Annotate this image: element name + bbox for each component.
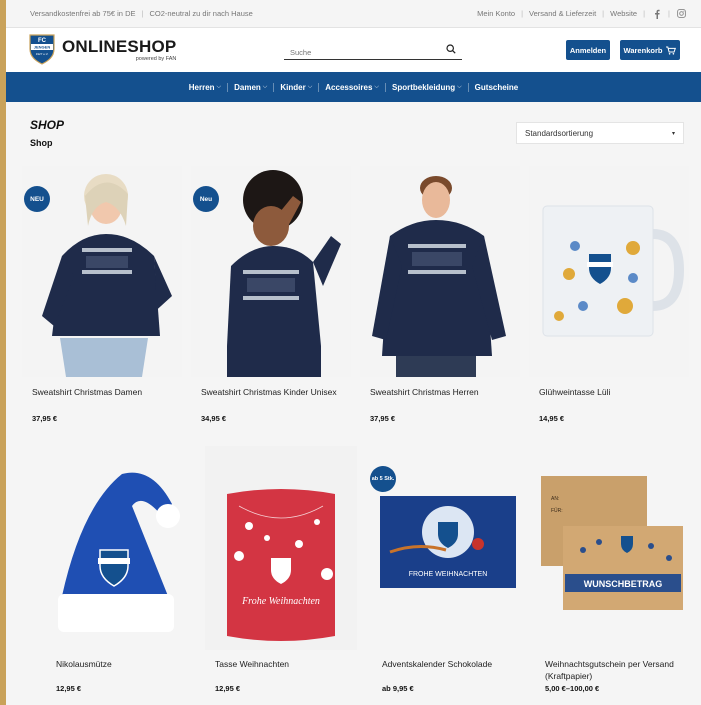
- product-card[interactable]: Glühweintasse Lüli 14,95 €: [529, 166, 689, 426]
- logo-subtitle: powered by FAN: [135, 55, 177, 62]
- nav-item-herren[interactable]: Herren ⌵: [183, 82, 229, 92]
- cart-button[interactable]: Warenkorb: [620, 40, 680, 60]
- product-name[interactable]: Sweatshirt Christmas Damen: [32, 386, 182, 398]
- product-image[interactable]: AN: FÜR: WUNSCHBETRAG: [531, 446, 689, 650]
- nav-item-accessoires[interactable]: Accessoires ⌵: [319, 82, 386, 92]
- product-image[interactable]: [529, 166, 689, 377]
- website-link[interactable]: Website: [610, 9, 637, 18]
- product-price: 12,95 €: [56, 684, 82, 693]
- chevron-down-icon: ⌵: [374, 83, 379, 90]
- product-image[interactable]: [360, 166, 520, 377]
- product-price: 12,95 €: [215, 684, 241, 693]
- nav-label: Sportbekleidung: [391, 82, 456, 92]
- chevron-down-icon: ⌵: [262, 83, 268, 90]
- product-card[interactable]: NEU Sweatshirt Christmas Damen 37,95 €: [22, 166, 182, 426]
- login-button[interactable]: Anmelden: [566, 40, 610, 60]
- product-name[interactable]: Tasse Weihnachten: [215, 658, 355, 670]
- nav-label: Kinder: [280, 82, 306, 92]
- page-title: SHOP: [30, 118, 65, 132]
- voucher-for-label: FÜR:: [551, 507, 563, 514]
- nav-item-kinder[interactable]: Kinder ⌵: [274, 82, 320, 92]
- cart-icon: [666, 46, 677, 55]
- product-card[interactable]: FROHE WEIHNACHTEN ab 5 Stk. Adventskalen…: [368, 446, 520, 701]
- calendar-print-text: FROHE WEIHNACHTEN: [409, 571, 488, 578]
- product-card[interactable]: Neu Sweatshirt Christmas Kinder Unisex 3…: [191, 166, 351, 426]
- nav-item-damen[interactable]: Damen ⌵: [228, 82, 275, 92]
- top-bar: Versandkostenfrei ab 75€ in DE | CO2-neu…: [6, 0, 701, 28]
- svg-text:1927 e.V.: 1927 e.V.: [36, 52, 49, 56]
- cart-label: Warenkorb: [623, 45, 663, 55]
- my-account-link[interactable]: Mein Konto: [477, 9, 515, 18]
- product-name[interactable]: Sweatshirt Christmas Herren: [370, 386, 520, 398]
- voucher-print-text: WUNSCHBETRAG: [584, 579, 663, 589]
- page: Versandkostenfrei ab 75€ in DE | CO2-neu…: [6, 0, 701, 705]
- nav-label: Damen: [234, 82, 261, 92]
- login-label: Anmelden: [569, 45, 607, 55]
- mug-print-text: Frohe Weihnachten: [241, 596, 320, 607]
- product-image[interactable]: [42, 446, 192, 650]
- chevron-down-icon: ⌵: [307, 83, 313, 90]
- main-nav: Herren ⌵ Damen ⌵ Kinder ⌵ Accessoires ⌵ Spor…: [6, 72, 701, 102]
- search-box[interactable]: [284, 42, 462, 61]
- page-title-bar: SHOP Shop Standardsortierung ▾: [6, 102, 701, 159]
- nav-label: Gutscheine: [474, 82, 519, 92]
- product-name[interactable]: Glühweintasse Lüli: [539, 386, 689, 398]
- new-badge: NEU: [24, 186, 50, 212]
- product-card[interactable]: AN: FÜR: WUNSCHBETRAG Weihnachtsgutschei…: [531, 446, 689, 701]
- chevron-down-icon: ⌵: [216, 83, 222, 90]
- chevron-down-icon: ▾: [671, 130, 675, 137]
- shipping-info-link[interactable]: Versand & Lieferzeit: [529, 9, 596, 18]
- product-price: 5,00 €–100,00 €: [545, 684, 600, 693]
- search-icon[interactable]: [446, 44, 456, 54]
- product-card[interactable]: Sweatshirt Christmas Herren 37,95 €: [360, 166, 520, 426]
- product-name[interactable]: Nikolausmütze: [56, 658, 186, 670]
- product-price: ab 9,95 €: [382, 684, 414, 693]
- product-name[interactable]: Sweatshirt Christmas Kinder Unisex: [201, 386, 341, 398]
- co2-note: CO2-neutral zu dir nach Hause: [149, 9, 253, 18]
- voucher-to-label: AN:: [551, 496, 559, 502]
- product-price: 34,95 €: [201, 414, 227, 423]
- product-card[interactable]: Frohe Weihnachten Tasse Weihnachten 12,9…: [205, 446, 357, 701]
- facebook-icon[interactable]: [651, 8, 662, 19]
- nav-label: Herren: [188, 82, 215, 92]
- product-price: 14,95 €: [539, 414, 565, 423]
- new-badge: Neu: [193, 186, 219, 212]
- breadcrumb[interactable]: Shop: [30, 138, 53, 148]
- product-card[interactable]: Nikolausmütze 12,95 €: [42, 446, 192, 701]
- product-image[interactable]: Frohe Weihnachten: [205, 446, 357, 650]
- club-crest-icon: FC JENGEN 1927 e.V.: [29, 34, 55, 65]
- shop-logo[interactable]: FC JENGEN 1927 e.V. ONLINESHOP powered b…: [28, 33, 176, 65]
- logo-title: ONLINESHOP: [62, 36, 177, 56]
- shipping-note: Versandkostenfrei ab 75€ in DE: [30, 9, 136, 18]
- instagram-icon[interactable]: [676, 8, 687, 19]
- svg-text:FC: FC: [38, 38, 47, 44]
- product-price: 37,95 €: [370, 414, 396, 423]
- nav-item-gutscheine[interactable]: Gutscheine: [469, 83, 525, 92]
- sort-value: Standardsortierung: [525, 128, 594, 138]
- search-input[interactable]: [284, 44, 434, 61]
- product-name[interactable]: Adventskalender Schokolade: [382, 658, 522, 670]
- svg-text:JENGEN: JENGEN: [34, 45, 51, 50]
- product-name[interactable]: Weihnachtsgutschein per Versand (Kraftpa…: [545, 658, 685, 682]
- quantity-badge: ab 5 Stk.: [370, 466, 396, 492]
- header: FC JENGEN 1927 e.V. ONLINESHOP powered b…: [6, 28, 701, 72]
- sort-select[interactable]: Standardsortierung ▾: [516, 122, 684, 144]
- chevron-down-icon: ⌵: [457, 83, 462, 90]
- product-price: 37,95 €: [32, 414, 58, 423]
- nav-item-sportbekleidung[interactable]: Sportbekleidung ⌵: [386, 82, 469, 92]
- nav-label: Accessoires: [325, 82, 373, 92]
